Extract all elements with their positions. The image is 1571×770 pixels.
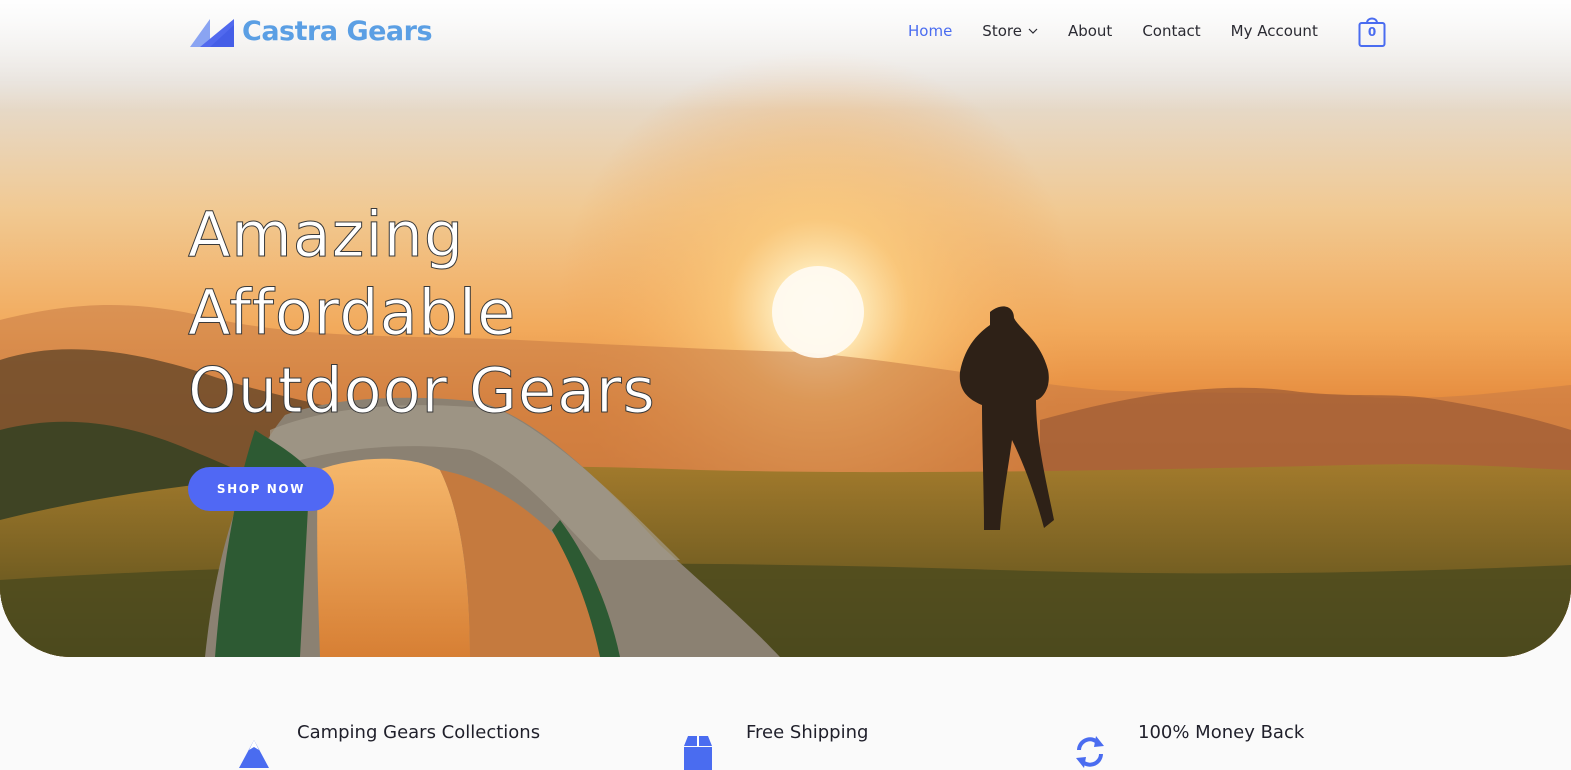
refresh-icon (1076, 736, 1104, 768)
mountain-icon (239, 740, 269, 768)
cart-button[interactable]: 0 (1358, 15, 1386, 48)
castra-triangle-logo-icon (190, 18, 234, 47)
shop-now-button[interactable]: SHOP NOW (188, 467, 334, 511)
nav-store[interactable]: Store (982, 22, 1038, 40)
site-header: Castra Gears Home Store About Contact My… (0, 0, 1571, 70)
feature-money-back: 100% Money Back (1072, 720, 1304, 770)
feature-title: 100% Money Back (1138, 722, 1305, 743)
feature-camping-gears: Camping Gears Collections (236, 720, 540, 770)
hero-headline-line-3: Outdoor Gears (188, 354, 656, 428)
nav-home-label: Home (908, 22, 953, 40)
nav-my-account-label: My Account (1230, 22, 1318, 40)
nav-about-label: About (1067, 22, 1113, 40)
brand-logo[interactable]: Castra Gears (190, 16, 433, 47)
feature-title: Camping Gears Collections (297, 722, 541, 743)
cart-count: 0 (1367, 25, 1377, 39)
nav-my-account[interactable]: My Account (1231, 22, 1318, 40)
nav-contact-label: Contact (1142, 22, 1201, 40)
hero-headline-line-1: Amazing (188, 198, 465, 272)
hero-headline: Amazing Affordable Outdoor Gears (188, 196, 656, 430)
box-icon (684, 736, 712, 770)
main-nav: Home Store About Contact My Account (908, 22, 1318, 40)
nav-about[interactable]: About (1068, 22, 1112, 40)
shop-now-label: SHOP NOW (216, 482, 306, 496)
hero-headline-line-2: Affordable (188, 276, 517, 350)
nav-home[interactable]: Home (908, 22, 952, 40)
brand-name: Castra Gears (242, 16, 433, 47)
feature-title: Free Shipping (746, 722, 869, 743)
feature-free-shipping: Free Shipping (680, 720, 868, 770)
nav-contact[interactable]: Contact (1142, 22, 1200, 40)
nav-store-label: Store (982, 22, 1022, 40)
chevron-down-icon (1028, 28, 1038, 34)
